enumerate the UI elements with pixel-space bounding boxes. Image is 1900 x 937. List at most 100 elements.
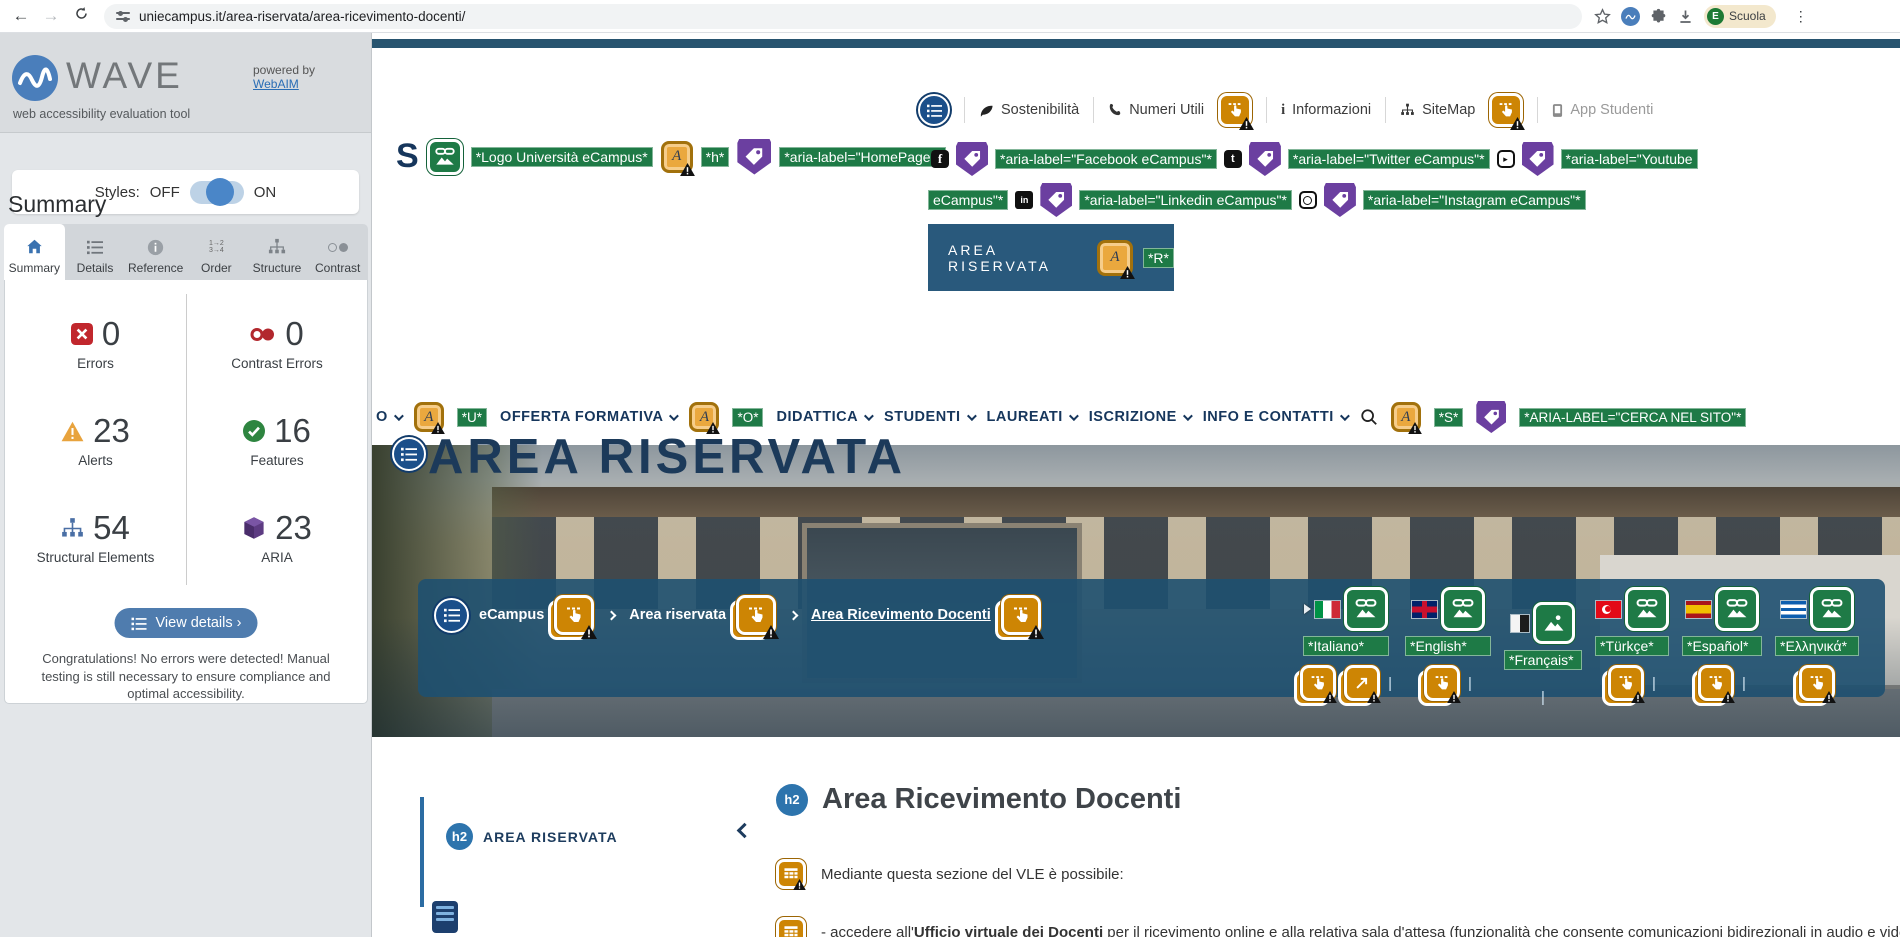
flag-spain-icon[interactable] xyxy=(1685,600,1711,618)
flag-france-icon[interactable] xyxy=(1511,614,1529,632)
browser-profile-chip[interactable]: E Scuola xyxy=(1704,4,1776,28)
lang-francais: *Français* | xyxy=(1504,587,1582,719)
summary-stats-card: 0 Errors 0 Contrast Errors 23 Alerts 16 … xyxy=(4,280,368,704)
tab-summary[interactable]: Summary xyxy=(4,224,65,280)
twitter-icon[interactable]: t xyxy=(1223,150,1242,168)
flag-italy-icon[interactable] xyxy=(1315,600,1341,618)
home-icon xyxy=(25,236,44,258)
page-side-nav: h2 AREA RISERVATA xyxy=(420,797,753,907)
nav-didattica[interactable]: DIDATTICA xyxy=(776,409,874,425)
nav-iscrizione[interactable]: ISCRIZIONE xyxy=(1089,409,1193,425)
nav-ateneo-fragment[interactable]: O xyxy=(376,409,404,425)
layout-table-icon xyxy=(776,859,808,892)
alt-text-icon: A xyxy=(1390,402,1422,434)
breadcrumb-current[interactable]: Area Ricevimento Docenti xyxy=(811,607,991,623)
stat-errors: 0 Errors xyxy=(5,294,186,391)
lang-turkce: *Türkçe* | xyxy=(1595,587,1669,706)
annotation-espanol: *Español* xyxy=(1682,636,1762,656)
nav-info-contatti[interactable]: INFO E CONTATTI xyxy=(1203,409,1350,425)
tab-order[interactable]: 1→2 3→4 Order xyxy=(186,224,247,280)
linked-image-icon xyxy=(1624,587,1669,631)
search-icon[interactable] xyxy=(1360,408,1378,426)
side-nav-item-area-riservata[interactable]: h2 AREA RISERVATA xyxy=(446,822,753,850)
contrast-errors-icon xyxy=(250,327,276,342)
wave-extension-icon[interactable] xyxy=(1621,6,1640,26)
nav-offerta-formativa[interactable]: OFFERTA FORMATIVA xyxy=(500,409,680,425)
view-details-button[interactable]: View details › xyxy=(114,608,258,638)
ufficio-virtuale-bold: Ufficio virtuale dei Docenti xyxy=(913,923,1104,937)
site-logo-fragment[interactable]: S xyxy=(396,137,419,176)
utility-app-studenti[interactable]: App Studenti xyxy=(1552,102,1653,118)
annotation-o: *O* xyxy=(732,407,764,427)
warning-badge-icon xyxy=(1631,691,1646,704)
list-marker-icon xyxy=(1304,604,1312,614)
webaim-link[interactable]: WebAIM xyxy=(253,77,299,91)
site-settings-icon[interactable] xyxy=(116,10,130,22)
back-icon[interactable]: ← xyxy=(6,6,36,26)
breadcrumb-area-riservata[interactable]: Area riservata xyxy=(629,607,726,623)
site-viewport: Sostenibilità Numeri Utili i Informazion… xyxy=(372,33,1900,937)
annotation-english: *English* xyxy=(1405,636,1491,656)
extensions-puzzle-icon[interactable] xyxy=(1650,8,1667,25)
utility-sostenibilita[interactable]: Sostenibilità xyxy=(979,102,1079,118)
youtube-icon[interactable]: ▸ xyxy=(1496,150,1515,168)
collapse-chevron-icon[interactable] xyxy=(736,822,753,839)
site-top-bar xyxy=(372,39,1900,48)
area-riservata-button[interactable]: AREA RISERVATA A *R* xyxy=(928,224,1174,291)
wave-click-icon xyxy=(1418,665,1462,706)
annotation-italiano: *Italiano* xyxy=(1303,636,1390,656)
menu-list-icon[interactable] xyxy=(918,94,950,126)
tab-details[interactable]: Details xyxy=(65,224,126,280)
alt-text-icon: A xyxy=(689,402,721,434)
tab-structure[interactable]: Structure xyxy=(247,224,308,280)
bookmark-star-icon[interactable] xyxy=(1594,7,1611,25)
annotation-s: *S* xyxy=(1433,407,1464,427)
flag-uk-icon[interactable] xyxy=(1411,600,1437,618)
aria-label-tag-icon xyxy=(1476,401,1507,433)
linked-image-icon xyxy=(1440,587,1485,631)
flag-greece-icon[interactable] xyxy=(1780,600,1806,618)
wave-click-icon xyxy=(1294,665,1337,706)
breadcrumb-home[interactable]: eCampus xyxy=(479,607,544,623)
lang-ellinika: *Ελληνικά* xyxy=(1775,587,1859,706)
lang-english: *English* | xyxy=(1405,587,1491,706)
url-bar[interactable]: uniecampus.it/area-riservata/area-ricevi… xyxy=(104,3,1582,29)
hero-page-title: AREA RISERVATA xyxy=(428,430,906,484)
stat-aria: 23 ARIA xyxy=(186,488,367,585)
profile-avatar: E xyxy=(1707,7,1724,25)
stat-features: 16 Features xyxy=(186,391,367,488)
feature-check-icon xyxy=(243,420,266,442)
download-icon[interactable] xyxy=(1677,8,1694,25)
wave-header: WAVE powered by WebAIM web accessibility… xyxy=(0,33,371,133)
facebook-icon[interactable]: f xyxy=(931,150,949,168)
annotation-francais: *Français* xyxy=(1504,650,1582,670)
nav-laureati[interactable]: LAUREATI xyxy=(987,409,1079,425)
linkedin-icon[interactable]: in xyxy=(1015,191,1034,209)
document-icon[interactable] xyxy=(432,901,458,933)
alt-text-icon: A xyxy=(1096,239,1135,279)
reload-icon[interactable] xyxy=(66,6,96,26)
tab-contrast[interactable]: Contrast xyxy=(307,224,368,280)
language-switcher: *Italiano* | *English* | *Français* | *T… xyxy=(1294,587,1859,719)
warning-badge-icon xyxy=(1120,265,1135,279)
utility-numeri-utili[interactable]: Numeri Utili xyxy=(1108,102,1204,118)
tab-reference[interactable]: Reference xyxy=(125,224,186,280)
wave-click-icon xyxy=(1218,93,1255,130)
new-window-icon xyxy=(1338,665,1381,706)
utility-sitemap[interactable]: SiteMap xyxy=(1400,102,1475,118)
nav-studenti[interactable]: STUDENTI xyxy=(884,409,977,425)
forward-icon[interactable]: → xyxy=(36,6,66,26)
flag-turkey-icon[interactable] xyxy=(1595,600,1621,618)
warning-badge-icon xyxy=(1027,625,1044,639)
utility-informazioni[interactable]: i Informazioni xyxy=(1281,102,1371,119)
powered-by: powered by WebAIM xyxy=(253,63,316,91)
wave-click-icon xyxy=(994,595,1044,640)
warning-badge-icon xyxy=(793,879,808,892)
browser-menu-icon[interactable]: ⋮ xyxy=(1786,8,1816,25)
styles-toggle[interactable] xyxy=(189,177,244,206)
annotation-r: *R* xyxy=(1142,247,1174,268)
instagram-icon[interactable] xyxy=(1298,191,1317,209)
lang-separator: | xyxy=(1388,674,1392,692)
contrast-icon xyxy=(327,236,348,258)
warning-badge-icon xyxy=(1447,691,1462,704)
